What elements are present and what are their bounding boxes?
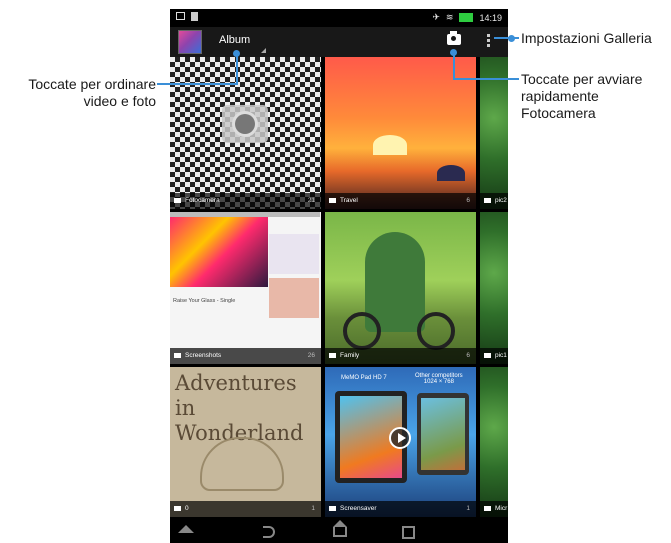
callout-line-camera: [453, 52, 455, 80]
file-icon: [191, 12, 198, 21]
callout-line-settings: [494, 37, 519, 39]
annotation-sort-line: Toccate per ordinare: [28, 76, 156, 92]
callout-line-sort: [157, 83, 237, 85]
callout-dot-sort: [233, 50, 240, 57]
camera-icon[interactable]: [447, 31, 461, 45]
dropdown-caret-icon: [261, 48, 266, 53]
screenshot-card: [269, 278, 319, 318]
gallery-action-bar: Album: [170, 27, 508, 57]
album-grid: Fotocamera 21 Travel 6 pic2 Raise Your G…: [170, 57, 508, 517]
album-count: 26: [307, 352, 315, 359]
album-label: pic1: [495, 352, 507, 359]
play-icon[interactable]: [389, 427, 411, 449]
album-caption: Family 6: [325, 348, 476, 364]
album-label: Fotocamera: [185, 197, 220, 204]
screensaver-compare: Other competitors 1024 × 768: [415, 373, 463, 385]
folder-icon: [174, 506, 181, 511]
album-label: Travel: [340, 197, 358, 204]
annotation-sort-line: video e foto: [83, 93, 156, 109]
album-caption: Screensaver 1: [325, 501, 476, 517]
album-tile-screenshots[interactable]: Raise Your Glass - Single Screenshots 26: [170, 212, 321, 364]
navigation-bar: [170, 517, 508, 543]
album-tile-fotocamera[interactable]: Fotocamera 21: [170, 57, 321, 209]
album-label: Screenshots: [185, 352, 222, 359]
notification-icon: [176, 12, 185, 20]
callout-dot-camera: [450, 49, 457, 56]
album-label: pic2: [495, 197, 507, 204]
wifi-icon: ≋: [445, 12, 454, 22]
compare-line: 1024 × 768: [423, 379, 454, 385]
folder-icon: [484, 506, 491, 511]
annotation-camera-line: Fotocamera: [521, 105, 596, 121]
folder-icon: [174, 353, 181, 358]
status-bar: ✈ ≋ 14:19: [170, 9, 508, 27]
album-count: 6: [466, 352, 470, 359]
album-sort-dropdown[interactable]: Album: [219, 34, 250, 46]
tablet-screen: ✈ ≋ 14:19 Album Fotocamera 21 Travel 6 p…: [170, 9, 508, 543]
annotation-sort: Toccate per ordinare video e foto: [8, 76, 156, 110]
album-tile-screensaver[interactable]: MeMO Pad HD 7 Other competitors 1024 × 7…: [325, 367, 476, 517]
album-caption: pic2: [480, 193, 508, 209]
camera-placeholder-icon: [222, 105, 268, 143]
recent-apps-icon[interactable]: [402, 526, 415, 539]
annotation-settings: Impostazioni Galleria: [521, 30, 652, 46]
sunset-sun: [373, 135, 407, 155]
home-icon[interactable]: [333, 520, 347, 537]
callout-line-camera: [453, 78, 519, 80]
annotation-camera-line: Toccate per avviare: [521, 71, 643, 87]
church-dome: [437, 165, 465, 181]
screenshot-card: [269, 234, 319, 274]
bike-wheel: [417, 312, 455, 350]
tablet-image: [417, 393, 469, 475]
status-time: 14:19: [479, 12, 502, 23]
battery-icon: [459, 13, 474, 22]
callout-dot-settings: [508, 35, 515, 42]
annotation-camera: Toccate per avviare rapidamente Fotocame…: [521, 71, 642, 122]
back-icon[interactable]: [263, 526, 275, 538]
gallery-app-icon[interactable]: [178, 30, 202, 54]
album-count: 6: [466, 197, 470, 204]
album-caption: 0 1: [170, 501, 321, 517]
book-cover-title: Adventures in Wonderland: [175, 371, 321, 446]
airplane-icon: ✈: [432, 12, 440, 22]
album-tile-pic1[interactable]: pic1: [480, 212, 508, 364]
album-count: 1: [466, 505, 470, 512]
album-caption: Screenshots 26: [170, 348, 321, 364]
folder-icon: [329, 198, 336, 203]
album-tile-0[interactable]: Adventures in Wonderland 0 1: [170, 367, 321, 517]
album-label: Family: [340, 352, 360, 359]
album-label: 0: [185, 505, 189, 512]
album-count: 1: [311, 505, 315, 512]
overflow-menu-icon[interactable]: [487, 34, 490, 50]
chevron-up-icon[interactable]: [178, 525, 194, 533]
album-cover-art: [170, 217, 268, 287]
album-label: Micr: [495, 505, 508, 512]
album-caption: pic1: [480, 348, 508, 364]
album-tile-family[interactable]: Family 6: [325, 212, 476, 364]
folder-icon: [484, 198, 491, 203]
folder-icon: [329, 353, 336, 358]
album-caption: Micr: [480, 501, 508, 517]
screenshot-song-title: Raise Your Glass - Single: [173, 298, 236, 304]
album-label: Screensaver: [340, 505, 377, 512]
bike-wheel: [343, 312, 381, 350]
callout-line-sort: [236, 54, 238, 85]
album-caption: Fotocamera 21: [170, 193, 321, 209]
album-count: 21: [307, 197, 315, 204]
book-title-line: Adventures: [175, 371, 297, 395]
folder-icon: [484, 353, 491, 358]
album-tile-micr[interactable]: Micr: [480, 367, 508, 517]
album-caption: Travel 6: [325, 193, 476, 209]
camera-small-icon: [174, 198, 181, 203]
annotation-camera-line: rapidamente: [521, 88, 599, 104]
folder-icon: [329, 506, 336, 511]
screensaver-title: MeMO Pad HD 7: [341, 375, 387, 381]
